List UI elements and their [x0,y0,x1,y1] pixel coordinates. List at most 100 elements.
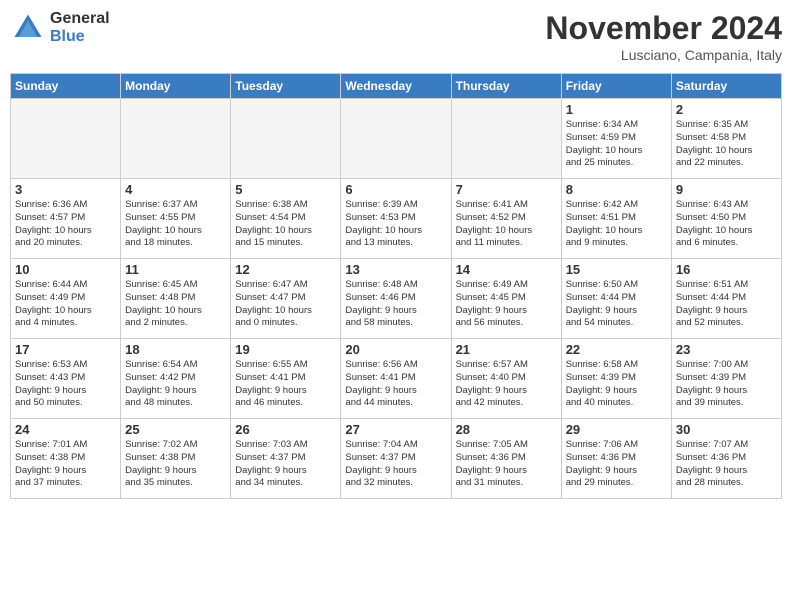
calendar-cell: 22 Sunrise: 6:58 AM Sunset: 4:39 PM Dayli… [561,339,671,419]
calendar-cell: 28 Sunrise: 7:05 AM Sunset: 4:36 PM Dayli… [451,419,561,499]
day-number: 7 [456,182,557,197]
day-number: 23 [676,342,777,357]
day-info: Sunrise: 6:41 AM Sunset: 4:52 PM Dayligh… [456,199,557,250]
day-number: 2 [676,102,777,117]
calendar-cell: 2Sunrise: 6:35 AM Sunset: 4:58 PM Daylig… [671,99,781,179]
day-info: Sunrise: 7:02 AM Sunset: 4:38 PM Dayligh… [125,439,226,490]
day-info: Sunrise: 6:54 AM Sunset: 4:42 PM Dayligh… [125,359,226,410]
day-number: 10 [15,262,116,277]
day-number: 12 [235,262,336,277]
calendar-cell: 11 Sunrise: 6:45 AM Sunset: 4:48 PM Dayli… [121,259,231,339]
day-info: Sunrise: 6:57 AM Sunset: 4:40 PM Dayligh… [456,359,557,410]
day-number: 27 [345,422,446,437]
calendar-cell: 21Sunrise: 6:57 AM Sunset: 4:40 PM Dayli… [451,339,561,419]
day-number: 16 [676,262,777,277]
day-info: Sunrise: 6:42 AM Sunset: 4:51 PM Dayligh… [566,199,667,250]
day-number: 14 [456,262,557,277]
day-info: Sunrise: 6:58 AM Sunset: 4:39 PM Dayligh… [566,359,667,410]
day-number: 26 [235,422,336,437]
calendar-cell: 27 Sunrise: 7:04 AM Sunset: 4:37 PM Dayli… [341,419,451,499]
calendar-cell: 6 Sunrise: 6:39 AM Sunset: 4:53 PM Daylig… [341,179,451,259]
day-info: Sunrise: 6:47 AM Sunset: 4:47 PM Dayligh… [235,279,336,330]
calendar-cell: 25Sunrise: 7:02 AM Sunset: 4:38 PM Dayli… [121,419,231,499]
calendar-cell: 17Sunrise: 6:53 AM Sunset: 4:43 PM Dayli… [11,339,121,419]
day-header-wednesday: Wednesday [341,74,451,99]
day-info: Sunrise: 6:53 AM Sunset: 4:43 PM Dayligh… [15,359,116,410]
calendar-cell [121,99,231,179]
day-number: 8 [566,182,667,197]
day-info: Sunrise: 7:06 AM Sunset: 4:36 PM Dayligh… [566,439,667,490]
day-header-tuesday: Tuesday [231,74,341,99]
day-number: 29 [566,422,667,437]
calendar-cell: 9 Sunrise: 6:43 AM Sunset: 4:50 PM Daylig… [671,179,781,259]
page-header: General Blue November 2024 Lusciano, Cam… [10,10,782,63]
day-info: Sunrise: 6:39 AM Sunset: 4:53 PM Dayligh… [345,199,446,250]
day-number: 24 [15,422,116,437]
day-number: 1 [566,102,667,117]
day-number: 20 [345,342,446,357]
calendar-table: SundayMondayTuesdayWednesdayThursdayFrid… [10,73,782,499]
calendar-cell: 14 Sunrise: 6:49 AM Sunset: 4:45 PM Dayli… [451,259,561,339]
day-info: Sunrise: 6:34 AM Sunset: 4:59 PM Dayligh… [566,119,667,170]
week-row-4: 17Sunrise: 6:53 AM Sunset: 4:43 PM Dayli… [11,339,782,419]
day-header-sunday: Sunday [11,74,121,99]
calendar-cell: 26 Sunrise: 7:03 AM Sunset: 4:37 PM Dayli… [231,419,341,499]
calendar-cell [451,99,561,179]
day-info: Sunrise: 6:45 AM Sunset: 4:48 PM Dayligh… [125,279,226,330]
calendar-cell: 16 Sunrise: 6:51 AM Sunset: 4:44 PM Dayli… [671,259,781,339]
calendar-cell: 23 Sunrise: 7:00 AM Sunset: 4:39 PM Dayli… [671,339,781,419]
day-info: Sunrise: 6:51 AM Sunset: 4:44 PM Dayligh… [676,279,777,330]
day-info: Sunrise: 6:44 AM Sunset: 4:49 PM Dayligh… [15,279,116,330]
calendar-cell: 5Sunrise: 6:38 AM Sunset: 4:54 PM Daylig… [231,179,341,259]
day-number: 11 [125,262,226,277]
day-number: 28 [456,422,557,437]
day-number: 18 [125,342,226,357]
calendar-cell: 19Sunrise: 6:55 AM Sunset: 4:41 PM Dayli… [231,339,341,419]
week-row-5: 24 Sunrise: 7:01 AM Sunset: 4:38 PM Dayli… [11,419,782,499]
day-number: 4 [125,182,226,197]
calendar-cell: 10 Sunrise: 6:44 AM Sunset: 4:49 PM Dayli… [11,259,121,339]
day-info: Sunrise: 6:56 AM Sunset: 4:41 PM Dayligh… [345,359,446,410]
month-title: November 2024 [545,10,782,47]
calendar-cell: 1 Sunrise: 6:34 AM Sunset: 4:59 PM Daylig… [561,99,671,179]
calendar-cell: 30Sunrise: 7:07 AM Sunset: 4:36 PM Dayli… [671,419,781,499]
day-header-thursday: Thursday [451,74,561,99]
logo-text: General Blue [50,10,110,45]
day-header-saturday: Saturday [671,74,781,99]
day-info: Sunrise: 7:04 AM Sunset: 4:37 PM Dayligh… [345,439,446,490]
day-header-friday: Friday [561,74,671,99]
calendar-cell: 18 Sunrise: 6:54 AM Sunset: 4:42 PM Dayli… [121,339,231,419]
day-number: 13 [345,262,446,277]
day-number: 22 [566,342,667,357]
calendar-cell [11,99,121,179]
day-number: 5 [235,182,336,197]
day-number: 19 [235,342,336,357]
calendar-cell: 13Sunrise: 6:48 AM Sunset: 4:46 PM Dayli… [341,259,451,339]
day-info: Sunrise: 7:00 AM Sunset: 4:39 PM Dayligh… [676,359,777,410]
day-info: Sunrise: 6:49 AM Sunset: 4:45 PM Dayligh… [456,279,557,330]
day-info: Sunrise: 6:43 AM Sunset: 4:50 PM Dayligh… [676,199,777,250]
day-number: 3 [15,182,116,197]
calendar-cell [231,99,341,179]
day-info: Sunrise: 7:01 AM Sunset: 4:38 PM Dayligh… [15,439,116,490]
week-row-3: 10 Sunrise: 6:44 AM Sunset: 4:49 PM Dayli… [11,259,782,339]
day-number: 30 [676,422,777,437]
day-info: Sunrise: 7:05 AM Sunset: 4:36 PM Dayligh… [456,439,557,490]
day-number: 6 [345,182,446,197]
calendar-cell: 29 Sunrise: 7:06 AM Sunset: 4:36 PM Dayli… [561,419,671,499]
day-info: Sunrise: 7:03 AM Sunset: 4:37 PM Dayligh… [235,439,336,490]
calendar-cell: 12 Sunrise: 6:47 AM Sunset: 4:47 PM Dayli… [231,259,341,339]
day-number: 9 [676,182,777,197]
logo-blue-text: Blue [50,28,110,46]
day-header-monday: Monday [121,74,231,99]
calendar-cell: 7 Sunrise: 6:41 AM Sunset: 4:52 PM Daylig… [451,179,561,259]
day-info: Sunrise: 6:36 AM Sunset: 4:57 PM Dayligh… [15,199,116,250]
calendar-cell: 24 Sunrise: 7:01 AM Sunset: 4:38 PM Dayli… [11,419,121,499]
week-row-1: 1 Sunrise: 6:34 AM Sunset: 4:59 PM Daylig… [11,99,782,179]
calendar-cell: 8 Sunrise: 6:42 AM Sunset: 4:51 PM Daylig… [561,179,671,259]
calendar-cell: 3 Sunrise: 6:36 AM Sunset: 4:57 PM Daylig… [11,179,121,259]
calendar-cell: 20 Sunrise: 6:56 AM Sunset: 4:41 PM Dayli… [341,339,451,419]
title-block: November 2024 Lusciano, Campania, Italy [545,10,782,63]
day-number: 15 [566,262,667,277]
day-info: Sunrise: 6:50 AM Sunset: 4:44 PM Dayligh… [566,279,667,330]
